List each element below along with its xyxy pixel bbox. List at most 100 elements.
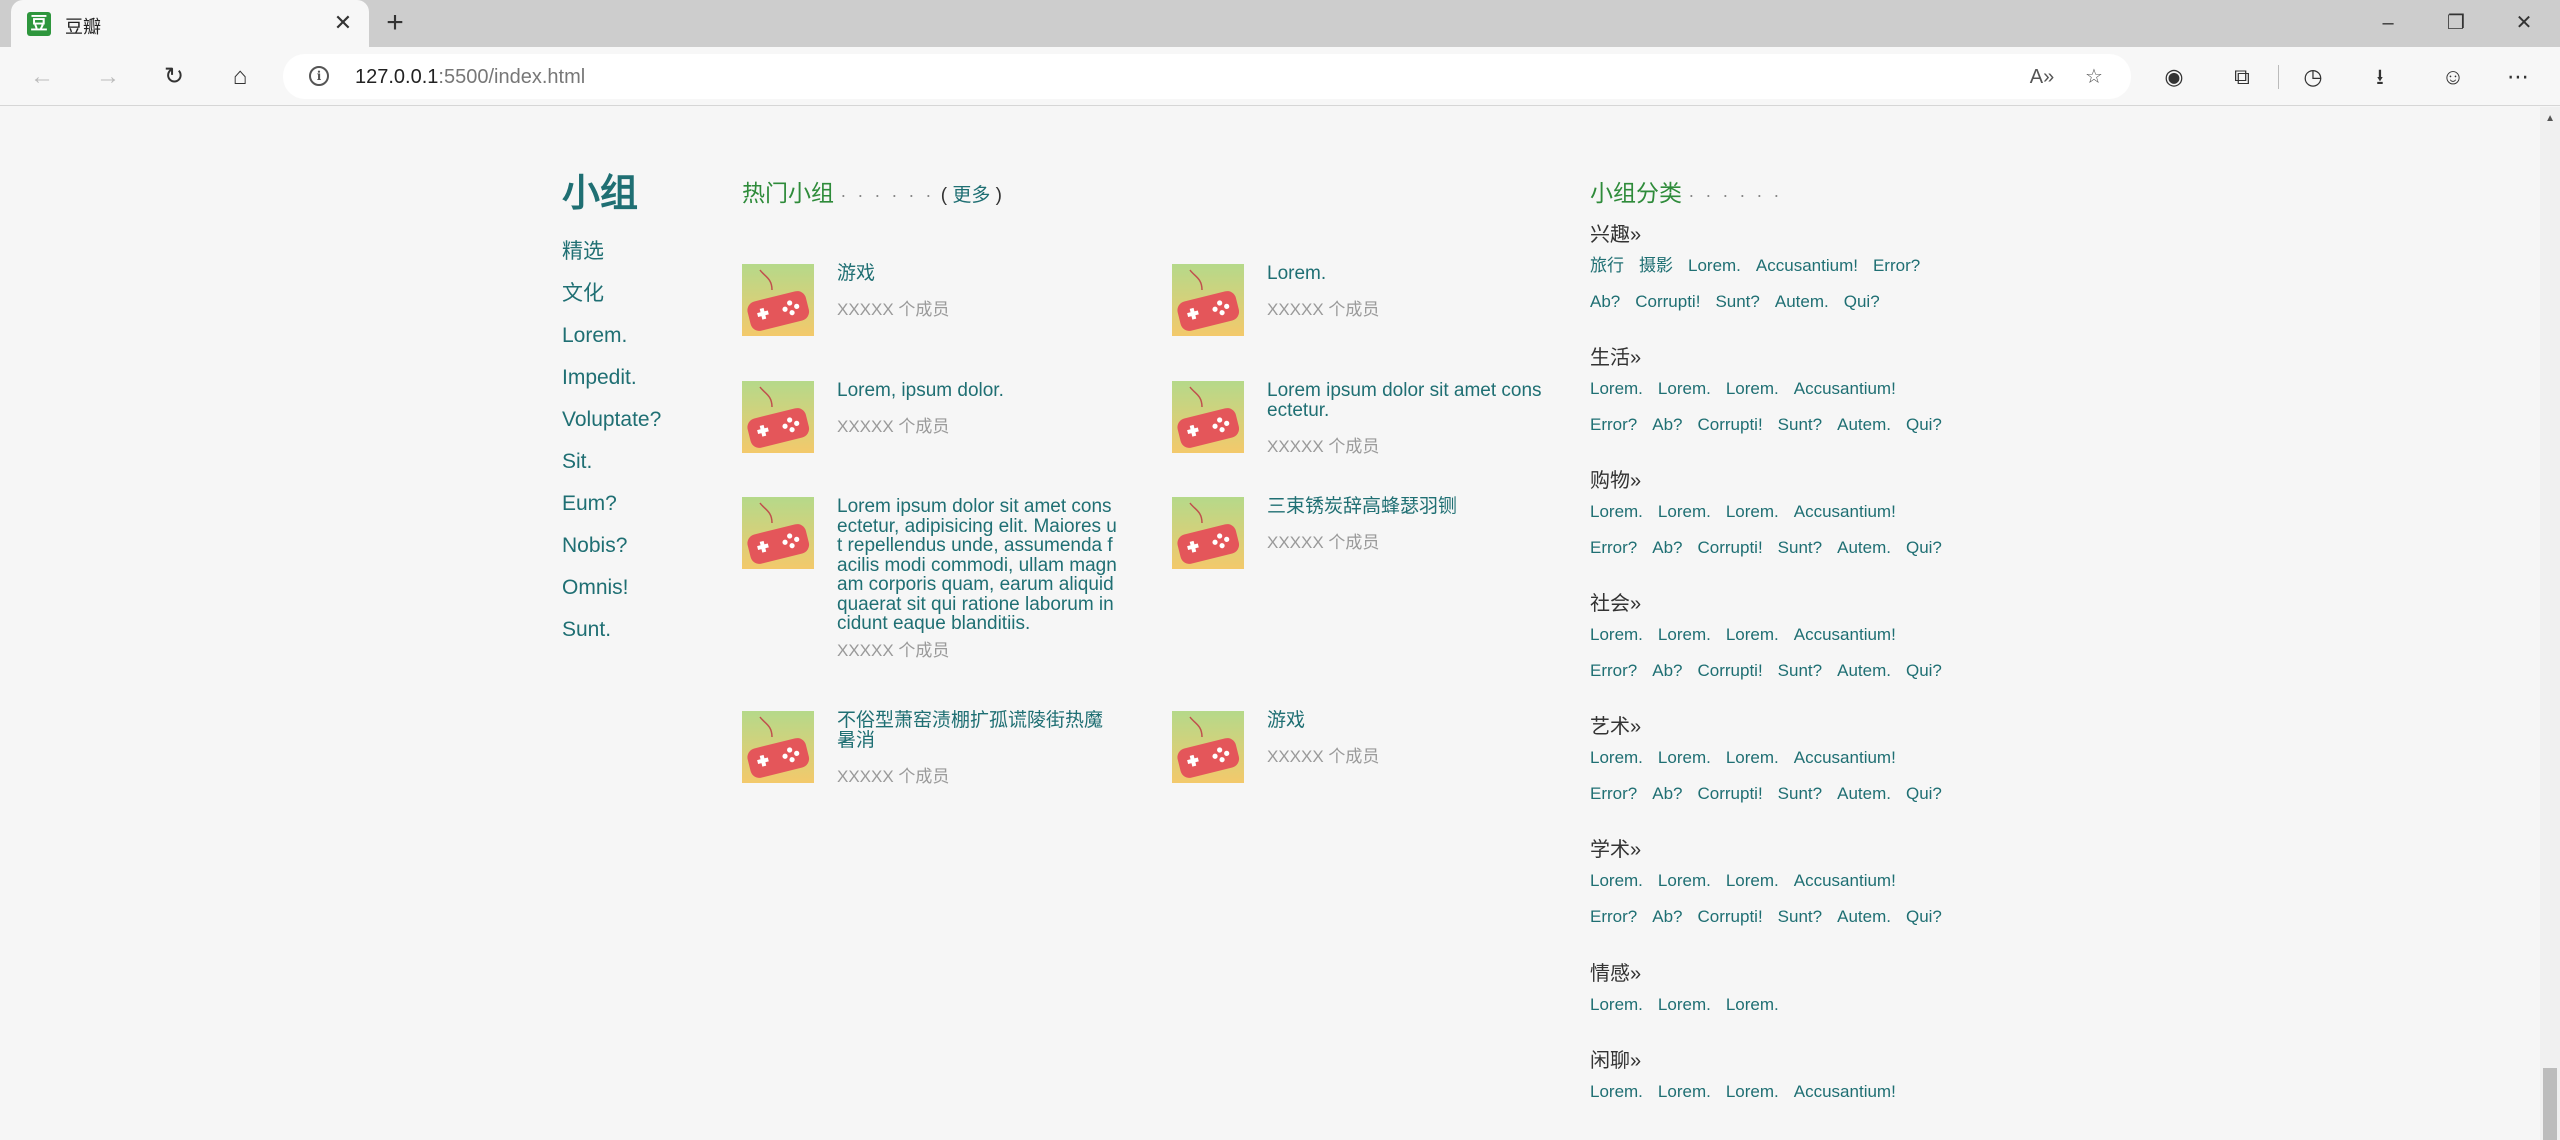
category-link[interactable]: Corrupti! bbox=[1697, 906, 1762, 942]
category-link[interactable]: Autem. bbox=[1837, 537, 1891, 573]
category-link[interactable]: Error? bbox=[1590, 906, 1637, 942]
new-tab-icon[interactable]: + bbox=[380, 8, 410, 38]
group-name-link[interactable]: Lorem. bbox=[1267, 264, 1547, 284]
category-link[interactable]: Lorem. bbox=[1726, 994, 1779, 1030]
forward-icon[interactable]: → bbox=[90, 59, 126, 95]
read-aloud-icon[interactable]: A» bbox=[2028, 63, 2056, 91]
category-link[interactable]: Error? bbox=[1590, 537, 1637, 573]
category-link[interactable]: Lorem. bbox=[1658, 624, 1711, 660]
category-link[interactable]: Accusantium! bbox=[1794, 747, 1896, 783]
home-icon[interactable]: ⌂ bbox=[222, 59, 258, 95]
category-link[interactable]: 旅行 bbox=[1590, 255, 1624, 291]
group-name-link[interactable]: Lorem ipsum dolor sit amet consectetur. bbox=[1267, 381, 1547, 420]
category-link[interactable]: Autem. bbox=[1837, 660, 1891, 696]
category-link[interactable]: Error? bbox=[1590, 783, 1637, 819]
scroll-up-icon[interactable]: ▲ bbox=[2545, 113, 2555, 124]
category-name[interactable]: 艺术» bbox=[1590, 713, 2010, 747]
category-link[interactable]: Error? bbox=[1873, 255, 1920, 291]
category-link[interactable]: Ab? bbox=[1652, 414, 1682, 450]
category-link[interactable]: Lorem. bbox=[1658, 1081, 1711, 1117]
url-text[interactable]: 127.0.0.1:5500/index.html bbox=[355, 66, 585, 89]
category-link[interactable]: Lorem. bbox=[1590, 870, 1643, 906]
category-name[interactable]: 闲聊» bbox=[1590, 1047, 2010, 1081]
group-thumbnail-controller-icon[interactable] bbox=[742, 497, 814, 569]
category-link[interactable]: Accusantium! bbox=[1794, 378, 1896, 414]
sidebar-item[interactable]: Eum? bbox=[562, 488, 661, 530]
group-name-link[interactable]: Lorem ipsum dolor sit amet consectetur, … bbox=[837, 497, 1117, 634]
category-link[interactable]: Qui? bbox=[1844, 291, 1880, 327]
group-thumbnail-controller-icon[interactable] bbox=[1172, 711, 1244, 783]
group-name-link[interactable]: 三束锈炭辞高蜂瑟羽铡 bbox=[1267, 497, 1547, 517]
category-link[interactable]: Ab? bbox=[1652, 906, 1682, 942]
category-name[interactable]: 情感» bbox=[1590, 960, 2010, 994]
category-link[interactable]: Qui? bbox=[1906, 660, 1942, 696]
group-name-link[interactable]: Lorem, ipsum dolor. bbox=[837, 381, 1117, 401]
category-link[interactable]: Sunt? bbox=[1715, 291, 1759, 327]
back-icon[interactable]: ← bbox=[24, 59, 60, 95]
category-link[interactable]: Lorem. bbox=[1726, 1081, 1779, 1117]
address-bar[interactable]: i 127.0.0.1:5500/index.html A» ☆ bbox=[283, 54, 2131, 99]
more-menu-icon[interactable]: ⋯ bbox=[2501, 60, 2535, 94]
category-link[interactable]: Ab? bbox=[1652, 537, 1682, 573]
sidebar-item[interactable]: Sunt. bbox=[562, 614, 661, 656]
browser-tab[interactable]: 豆 豆瓣 ✕ bbox=[11, 0, 369, 47]
category-link[interactable]: Autem. bbox=[1775, 291, 1829, 327]
category-link[interactable]: Corrupti! bbox=[1697, 660, 1762, 696]
category-link[interactable]: Lorem. bbox=[1590, 994, 1643, 1030]
category-link[interactable]: Error? bbox=[1590, 660, 1637, 696]
category-link[interactable]: Corrupti! bbox=[1635, 291, 1700, 327]
window-close-icon[interactable]: ✕ bbox=[2504, 8, 2544, 38]
category-link[interactable]: Accusantium! bbox=[1756, 255, 1858, 291]
category-link[interactable]: Autem. bbox=[1837, 783, 1891, 819]
category-link[interactable]: Autem. bbox=[1837, 414, 1891, 450]
category-link[interactable]: Accusantium! bbox=[1794, 501, 1896, 537]
scrollbar[interactable] bbox=[2540, 107, 2560, 1140]
category-link[interactable]: Ab? bbox=[1652, 783, 1682, 819]
tab-close-icon[interactable]: ✕ bbox=[331, 11, 355, 35]
category-link[interactable]: Lorem. bbox=[1688, 255, 1741, 291]
category-name[interactable]: 社会» bbox=[1590, 590, 2010, 624]
category-link[interactable]: Ab? bbox=[1590, 291, 1620, 327]
group-thumbnail-controller-icon[interactable] bbox=[742, 264, 814, 336]
extension-globe-icon[interactable]: ◉ bbox=[2157, 60, 2191, 94]
group-thumbnail-controller-icon[interactable] bbox=[1172, 497, 1244, 569]
category-link[interactable]: Qui? bbox=[1906, 537, 1942, 573]
category-link[interactable]: Lorem. bbox=[1726, 747, 1779, 783]
category-link[interactable]: Qui? bbox=[1906, 414, 1942, 450]
group-name-link[interactable]: 游戏 bbox=[837, 264, 1117, 284]
category-link[interactable]: Autem. bbox=[1837, 906, 1891, 942]
category-link[interactable]: Accusantium! bbox=[1794, 870, 1896, 906]
more-link[interactable]: 更多 bbox=[952, 185, 990, 206]
category-link[interactable]: Qui? bbox=[1906, 783, 1942, 819]
category-link[interactable]: Lorem. bbox=[1658, 501, 1711, 537]
category-link[interactable]: Lorem. bbox=[1590, 378, 1643, 414]
reload-icon[interactable]: ↻ bbox=[156, 59, 192, 95]
category-link[interactable]: Sunt? bbox=[1778, 537, 1822, 573]
minimize-icon[interactable]: – bbox=[2368, 8, 2408, 38]
group-thumbnail-controller-icon[interactable] bbox=[742, 711, 814, 783]
sidebar-item[interactable]: 文化 bbox=[562, 278, 661, 320]
category-link[interactable]: Accusantium! bbox=[1794, 1081, 1896, 1117]
sidebar-item[interactable]: Omnis! bbox=[562, 572, 661, 614]
category-link[interactable]: Sunt? bbox=[1778, 660, 1822, 696]
category-link[interactable]: Lorem. bbox=[1590, 747, 1643, 783]
group-thumbnail-controller-icon[interactable] bbox=[1172, 381, 1244, 453]
category-link[interactable]: Lorem. bbox=[1658, 870, 1711, 906]
sidebar-item[interactable]: 精选 bbox=[562, 236, 661, 278]
category-link[interactable]: Sunt? bbox=[1778, 414, 1822, 450]
sidebar-item[interactable]: Impedit. bbox=[562, 362, 661, 404]
category-link[interactable]: Ab? bbox=[1652, 660, 1682, 696]
category-link[interactable]: Accusantium! bbox=[1794, 624, 1896, 660]
downloads-icon[interactable]: ⭳ bbox=[2363, 60, 2397, 94]
group-thumbnail-controller-icon[interactable] bbox=[742, 381, 814, 453]
category-link[interactable]: Lorem. bbox=[1726, 870, 1779, 906]
category-link[interactable]: Qui? bbox=[1906, 906, 1942, 942]
category-link[interactable]: Sunt? bbox=[1778, 906, 1822, 942]
category-link[interactable]: Lorem. bbox=[1658, 747, 1711, 783]
category-link[interactable]: Corrupti! bbox=[1697, 414, 1762, 450]
category-link[interactable]: Lorem. bbox=[1726, 624, 1779, 660]
category-link[interactable]: Lorem. bbox=[1658, 994, 1711, 1030]
category-link[interactable]: Error? bbox=[1590, 414, 1637, 450]
category-link[interactable]: Lorem. bbox=[1590, 501, 1643, 537]
category-link[interactable]: Corrupti! bbox=[1697, 537, 1762, 573]
